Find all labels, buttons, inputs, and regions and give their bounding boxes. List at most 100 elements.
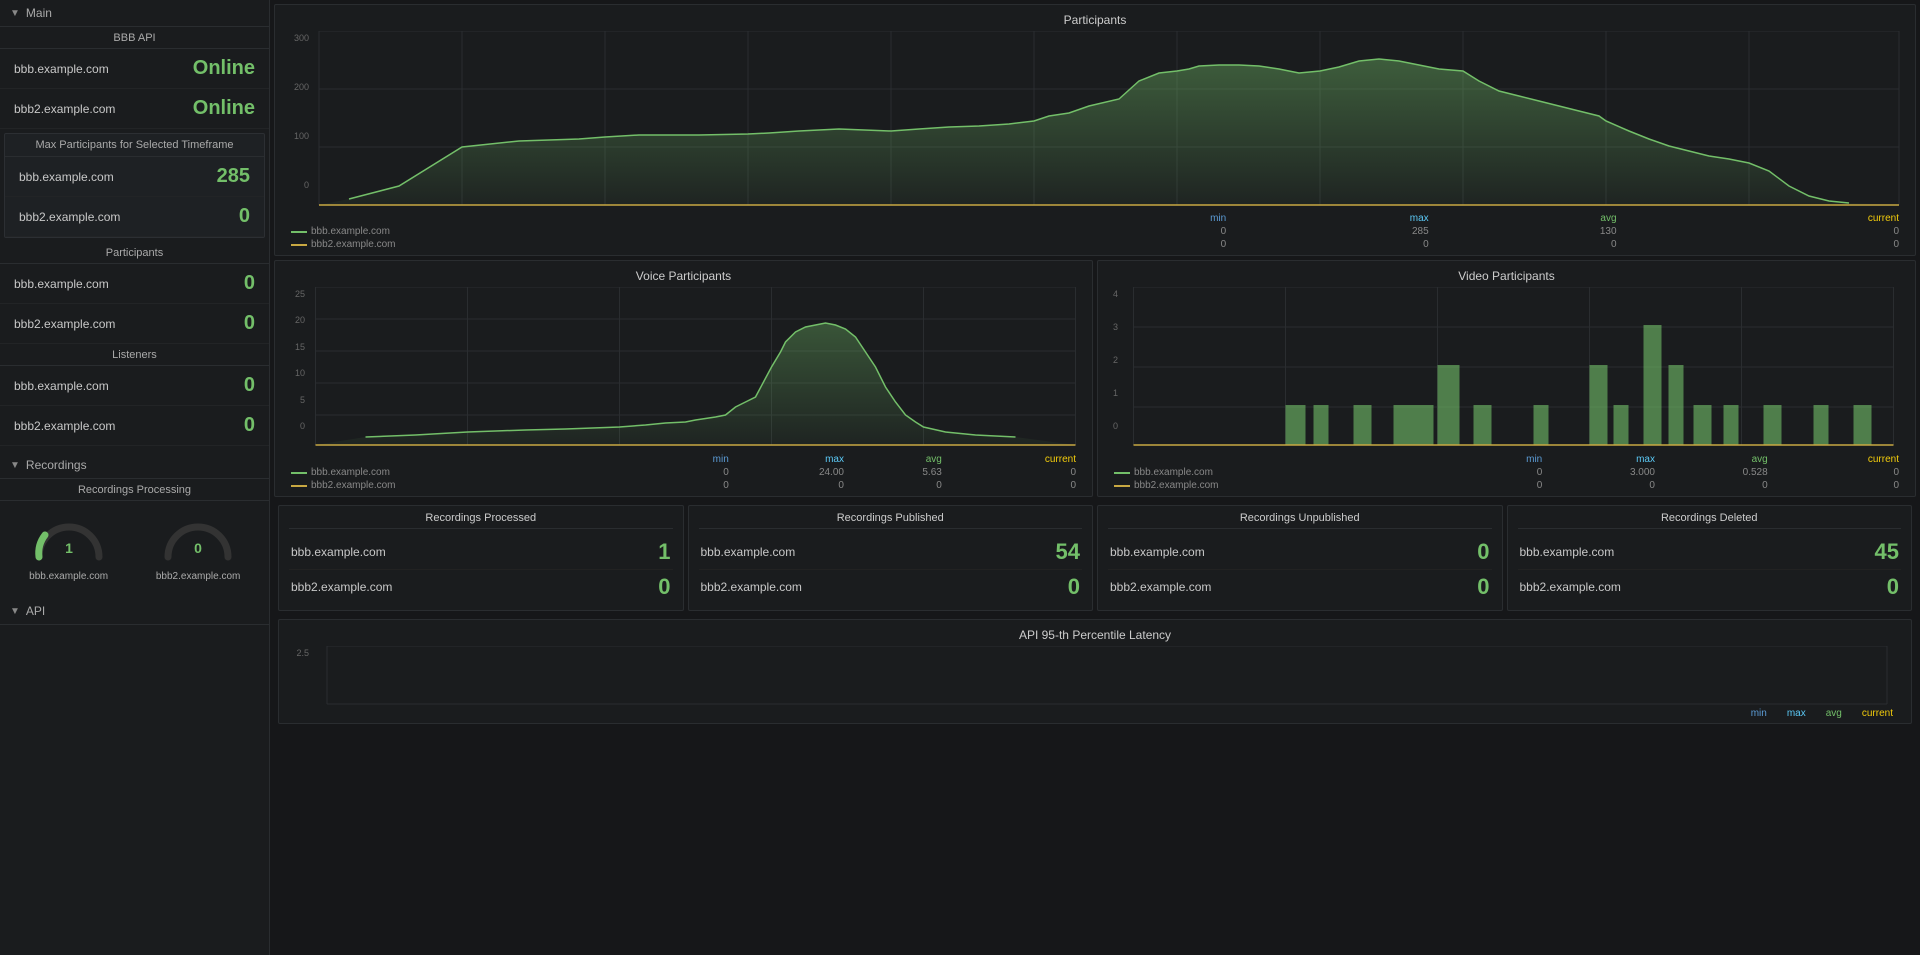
rec-published-panel: Recordings Published bbb.example.com 54 … bbox=[688, 505, 1094, 611]
svg-text:0: 0 bbox=[194, 540, 202, 556]
recordings-section-header[interactable]: ▼ Recordings bbox=[0, 452, 269, 479]
rec-deleted-row-2: bbb2.example.com 0 bbox=[1518, 570, 1902, 604]
listener-row-1: bbb.example.com 0 bbox=[0, 366, 269, 406]
gauge-bbb1: 1 bbb.example.com bbox=[29, 511, 109, 582]
voice-legend-1: bbb.example.com 0 24.00 5.63 0 bbox=[285, 466, 1082, 479]
listener-server-1: bbb.example.com bbox=[14, 379, 109, 393]
leg2-max: 0 bbox=[1232, 238, 1434, 251]
max-part-value-2: 0 bbox=[239, 205, 250, 228]
rec-published-title: Recordings Published bbox=[699, 512, 1083, 529]
video-legend-1: bbb.example.com 0 3.000 0.528 0 bbox=[1108, 466, 1905, 479]
api-chevron-icon: ▼ bbox=[10, 606, 20, 617]
gauge-bbb2: 0 bbb2.example.com bbox=[156, 511, 241, 582]
participants-label: Participants bbox=[0, 242, 269, 264]
main-chevron-icon: ▼ bbox=[10, 8, 20, 19]
recordings-label: Recordings bbox=[26, 458, 87, 472]
leg2-avg: 0 bbox=[1435, 238, 1623, 251]
api-label: API bbox=[26, 604, 45, 618]
leg1-min: 0 bbox=[1048, 225, 1232, 238]
participants-chart-title: Participants bbox=[285, 13, 1905, 27]
rec-processed-row-2: bbb2.example.com 0 bbox=[289, 570, 673, 604]
gauges-container: 1 bbb.example.com 0 bbb2.example.com bbox=[0, 501, 269, 592]
rec-published-row-1: bbb.example.com 54 bbox=[699, 535, 1083, 570]
rec-published-row-2: bbb2.example.com 0 bbox=[699, 570, 1083, 604]
part-server-2: bbb2.example.com bbox=[14, 317, 115, 331]
svg-text:1: 1 bbox=[65, 540, 73, 556]
server-name-2: bbb2.example.com bbox=[14, 102, 115, 116]
max-part-server-1: bbb.example.com bbox=[19, 170, 114, 184]
voice-chart-svg: 08:00 10:00 12:00 14:00 16:00 18:00 bbox=[309, 287, 1082, 447]
recordings-chevron-icon: ▼ bbox=[10, 460, 20, 471]
max-part-row-2: bbb2.example.com 0 bbox=[5, 197, 264, 237]
rec-deleted-panel: Recordings Deleted bbb.example.com 45 bb… bbox=[1507, 505, 1913, 611]
video-legend-2: bbb2.example.com 0 0 0 0 bbox=[1108, 479, 1905, 492]
listener-value-1: 0 bbox=[244, 374, 255, 397]
api-section-header[interactable]: ▼ API bbox=[0, 598, 269, 625]
voice-legend: min max avg current bbb.example.com bbox=[285, 453, 1082, 492]
gauge-svg-1: 1 bbox=[29, 511, 109, 567]
api-chart-svg bbox=[313, 646, 1901, 706]
legend-line-1 bbox=[291, 231, 307, 233]
rec-unpublished-row-2: bbb2.example.com 0 bbox=[1108, 570, 1492, 604]
rec-processing-label: Recordings Processing bbox=[0, 479, 269, 501]
leg1-max: 285 bbox=[1232, 225, 1434, 238]
voice-chart-panel: Voice Participants 25 20 15 10 5 0 bbox=[274, 260, 1093, 497]
video-chart-svg: 08:00 10:00 12:00 14:00 16:00 18:00 bbox=[1122, 287, 1905, 447]
main-label: Main bbox=[26, 6, 52, 20]
legend-line-2 bbox=[291, 244, 307, 246]
max-part-server-2: bbb2.example.com bbox=[19, 210, 120, 224]
legend-server-2: bbb2.example.com bbox=[311, 239, 396, 250]
video-chart-panel: Video Participants 4 3 2 1 0 bbox=[1097, 260, 1916, 497]
rec-unpublished-panel: Recordings Unpublished bbb.example.com 0… bbox=[1097, 505, 1503, 611]
rec-processed-panel: Recordings Processed bbb.example.com 1 b… bbox=[278, 505, 684, 611]
gauge-label-2: bbb2.example.com bbox=[156, 571, 241, 582]
leg2-min: 0 bbox=[1048, 238, 1232, 251]
listener-row-2: bbb2.example.com 0 bbox=[0, 406, 269, 446]
main-section-header[interactable]: ▼ Main bbox=[0, 0, 269, 27]
api-section: API 95-th Percentile Latency 2.5 bbox=[274, 619, 1916, 728]
gauge-svg-2: 0 bbox=[158, 511, 238, 567]
rec-unpublished-title: Recordings Unpublished bbox=[1108, 512, 1492, 529]
rec-unpublished-row-1: bbb.example.com 0 bbox=[1108, 535, 1492, 570]
main-content: Participants 300 200 100 0 bbox=[270, 0, 1920, 955]
max-participants-label: Max Participants for Selected Timeframe bbox=[5, 134, 264, 157]
recordings-panels-row: Recordings Processed bbb.example.com 1 b… bbox=[274, 501, 1916, 615]
part-server-1: bbb.example.com bbox=[14, 277, 109, 291]
leg2-current: 0 bbox=[1623, 238, 1905, 251]
api-chart-title: API 95-th Percentile Latency bbox=[289, 628, 1901, 642]
sidebar: ▼ Main BBB API bbb.example.com Online bb… bbox=[0, 0, 270, 955]
rec-processed-row-1: bbb.example.com 1 bbox=[289, 535, 673, 570]
part-row-1: bbb.example.com 0 bbox=[0, 264, 269, 304]
server-name-1: bbb.example.com bbox=[14, 62, 109, 76]
legend-server-1: bbb.example.com bbox=[311, 226, 390, 237]
participants-chart-panel: Participants 300 200 100 0 bbox=[274, 4, 1916, 256]
listener-value-2: 0 bbox=[244, 414, 255, 437]
part-value-2: 0 bbox=[244, 312, 255, 335]
max-part-value-1: 285 bbox=[217, 165, 250, 188]
part-value-1: 0 bbox=[244, 272, 255, 295]
max-part-row-1: bbb.example.com 285 bbox=[5, 157, 264, 197]
server-row-1: bbb.example.com Online bbox=[0, 49, 269, 89]
leg1-avg: 130 bbox=[1435, 225, 1623, 238]
part-row-2: bbb2.example.com 0 bbox=[0, 304, 269, 344]
voice-legend-2: bbb2.example.com 0 0 0 0 bbox=[285, 479, 1082, 492]
rec-deleted-row-1: bbb.example.com 45 bbox=[1518, 535, 1902, 570]
leg1-current: 0 bbox=[1623, 225, 1905, 238]
server-status-2: Online bbox=[193, 97, 255, 120]
charts-area: Participants 300 200 100 0 bbox=[270, 0, 1920, 732]
participants-legend: min max avg current bbb.example.com 0 28… bbox=[285, 212, 1905, 251]
listeners-label: Listeners bbox=[0, 344, 269, 366]
rec-deleted-title: Recordings Deleted bbox=[1518, 512, 1902, 529]
voice-chart-title: Voice Participants bbox=[285, 269, 1082, 283]
server-row-2: bbb2.example.com Online bbox=[0, 89, 269, 129]
bbb-api-label: BBB API bbox=[0, 27, 269, 49]
legend-row-1: bbb.example.com 0 285 130 0 bbox=[285, 225, 1905, 238]
api-chart-panel: API 95-th Percentile Latency 2.5 bbox=[278, 619, 1912, 724]
voice-video-row: Voice Participants 25 20 15 10 5 0 bbox=[274, 260, 1916, 497]
participants-chart-svg: 08:00 09:00 10:00 11:00 12:00 13:00 14:0… bbox=[313, 31, 1905, 206]
listener-server-2: bbb2.example.com bbox=[14, 419, 115, 433]
rec-processed-title: Recordings Processed bbox=[289, 512, 673, 529]
max-participants-section: Max Participants for Selected Timeframe … bbox=[4, 133, 265, 238]
video-chart-title: Video Participants bbox=[1108, 269, 1905, 283]
video-legend: min max avg current bbb.example.com bbox=[1108, 453, 1905, 492]
